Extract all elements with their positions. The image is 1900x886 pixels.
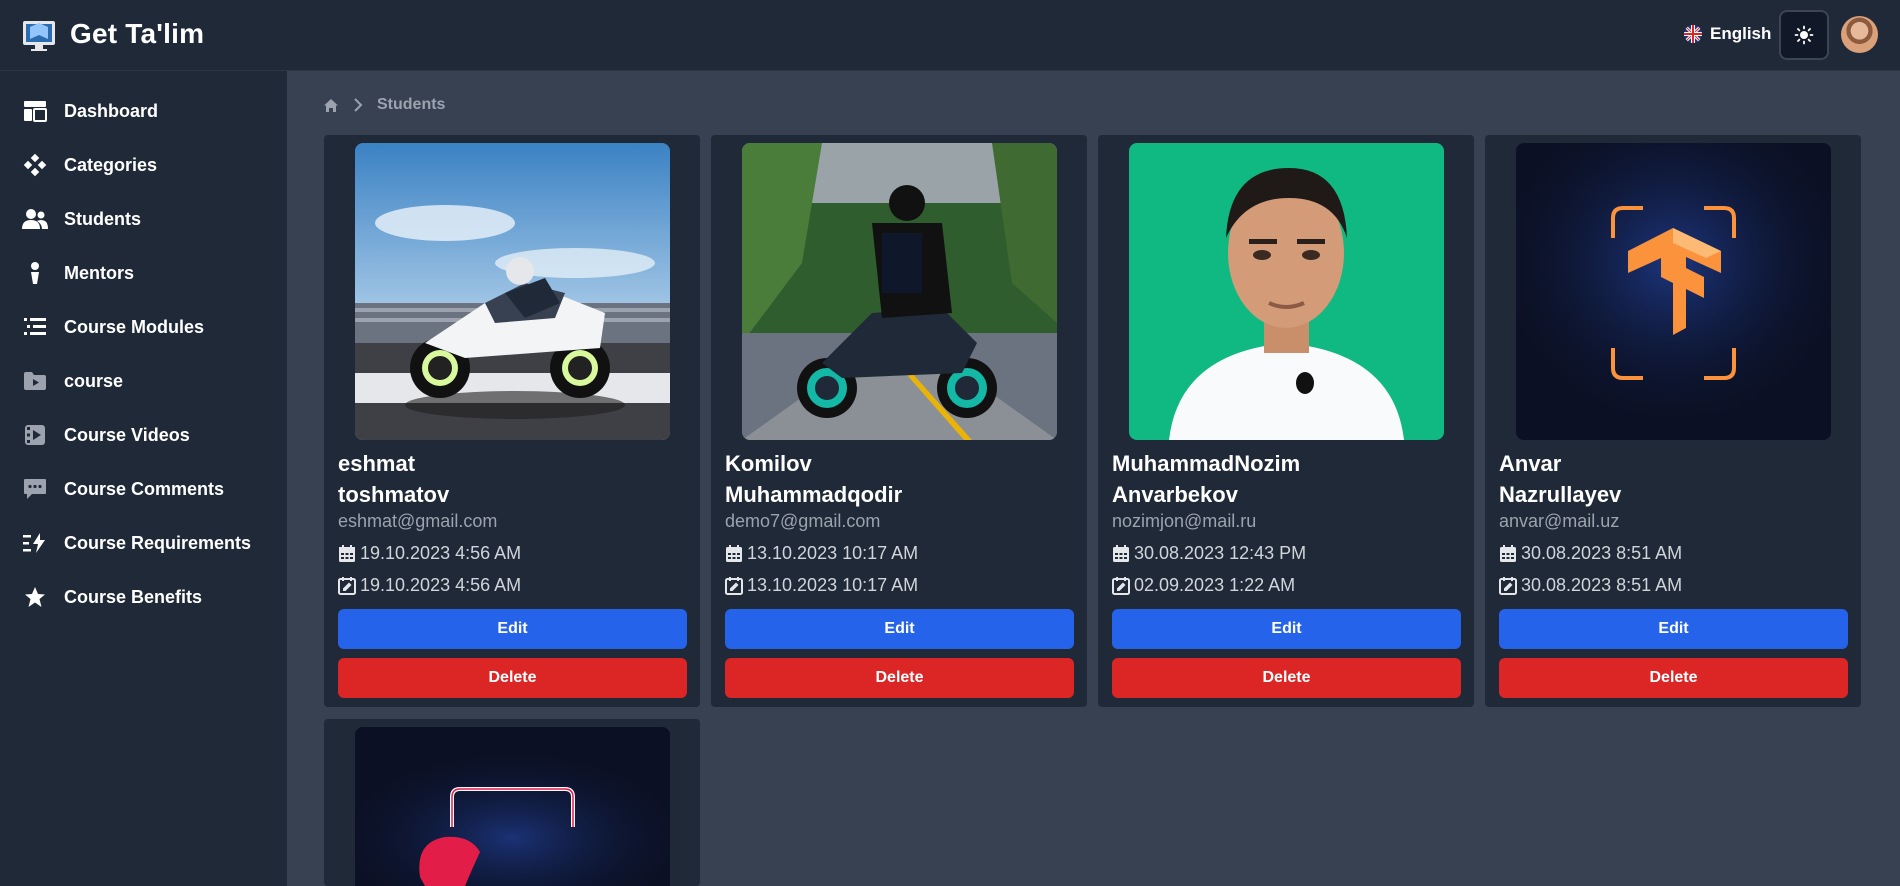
sun-icon <box>1794 25 1814 45</box>
student-email: eshmat@gmail.com <box>338 511 498 531</box>
updated-date: 02.09.2023 1:22 AM <box>1112 575 1295 596</box>
star-icon <box>22 584 48 610</box>
sidebar-item-course-requirements[interactable]: Course Requirements <box>22 526 272 560</box>
student-photo <box>1129 143 1444 440</box>
sidebar-item-label: Categories <box>64 154 158 175</box>
sidebar-item-label: Students <box>64 208 142 229</box>
brand[interactable]: Get Ta'lim <box>20 15 204 53</box>
calendar-icon <box>1113 544 1129 562</box>
sidebar-item-course-benefits[interactable]: Course Benefits <box>22 580 272 614</box>
student-photo <box>355 727 670 886</box>
calendar-edit-icon <box>725 576 743 595</box>
sidebar-item-label: course <box>64 370 124 391</box>
mentors-icon <box>22 260 48 286</box>
student-photo <box>1516 143 1831 440</box>
student-photo <box>355 143 670 440</box>
edit-button[interactable]: Edit <box>338 609 687 649</box>
created-date: 13.10.2023 10:17 AM <box>725 543 918 564</box>
calendar-edit-icon <box>1112 576 1130 595</box>
edit-button[interactable]: Edit <box>725 609 1074 649</box>
edit-button[interactable]: Edit <box>1499 609 1848 649</box>
app-name: Get Ta'lim <box>70 18 205 49</box>
list-icon <box>22 314 48 340</box>
created-date: 30.08.2023 12:43 PM <box>1112 543 1306 564</box>
sidebar-item-label: Course Benefits <box>64 586 203 607</box>
uk-flag-icon <box>1684 25 1702 43</box>
comment-icon <box>22 476 48 502</box>
language-label: English <box>1710 24 1772 43</box>
updated-date: 30.08.2023 8:51 AM <box>1499 575 1682 596</box>
calendar-icon <box>339 544 355 562</box>
student-name: eshmat toshmatov <box>338 451 450 507</box>
sidebar-item-label: Course Comments <box>64 478 225 499</box>
theme-toggle-button[interactable] <box>1779 10 1829 60</box>
sidebar-item-label: Mentors <box>64 262 135 283</box>
sidebar-item-course[interactable]: course <box>22 364 272 398</box>
calendar-icon <box>1500 544 1516 562</box>
student-email: nozimjon@mail.ru <box>1112 511 1257 531</box>
dashboard-icon <box>22 98 48 124</box>
language-selector[interactable]: English <box>1684 24 1771 44</box>
sidebar-item-label: Dashboard <box>64 100 159 121</box>
delete-button[interactable]: Delete <box>725 658 1074 698</box>
calendar-edit-icon <box>1499 576 1517 595</box>
sidebar: Dashboard Categories Students Mentors Co… <box>0 71 287 886</box>
sidebar-item-students[interactable]: Students <box>22 202 272 236</box>
sidebar-item-dashboard[interactable]: Dashboard <box>22 94 272 128</box>
folder-play-icon <box>22 368 48 394</box>
student-name: MuhammadNozim Anvarbekov <box>1112 451 1301 507</box>
categories-icon <box>22 152 48 178</box>
updated-date: 13.10.2023 10:17 AM <box>725 575 918 596</box>
updated-date: 19.10.2023 4:56 AM <box>338 575 521 596</box>
chevron-right-icon <box>354 98 363 112</box>
created-date: 19.10.2023 4:56 AM <box>338 543 521 564</box>
sidebar-item-mentors[interactable]: Mentors <box>22 256 272 290</box>
student-email: demo7@gmail.com <box>725 511 881 531</box>
sidebar-item-course-videos[interactable]: Course Videos <box>22 418 272 452</box>
student-card: MuhammadNozim Anvarbekov nozimjon@mail.r… <box>1098 135 1474 707</box>
student-card: Komilov Muhammadqodir demo7@gmail.com 13… <box>711 135 1087 707</box>
breadcrumb: Students <box>323 96 445 114</box>
students-icon <box>22 206 48 232</box>
top-header: Get Ta'lim English <box>0 0 1900 71</box>
calendar-edit-icon <box>338 576 356 595</box>
logo-icon <box>23 21 55 51</box>
student-card: eshmat toshmatov eshmat@gmail.com 19.10.… <box>324 135 700 707</box>
bolt-list-icon <box>22 530 48 556</box>
sidebar-item-label: Course Videos <box>64 424 190 445</box>
calendar-icon <box>726 544 742 562</box>
student-name: Anvar Nazrullayev <box>1499 451 1622 507</box>
sidebar-item-course-modules[interactable]: Course Modules <box>22 310 272 344</box>
sidebar-item-course-comments[interactable]: Course Comments <box>22 472 272 506</box>
student-photo <box>742 143 1057 440</box>
created-date: 30.08.2023 8:51 AM <box>1499 543 1682 564</box>
edit-button[interactable]: Edit <box>1112 609 1461 649</box>
sidebar-item-label: Course Modules <box>64 316 205 337</box>
video-icon <box>22 422 48 448</box>
sidebar-item-categories[interactable]: Categories <box>22 148 272 182</box>
student-email: anvar@mail.uz <box>1499 511 1620 531</box>
home-icon[interactable] <box>323 98 339 113</box>
sidebar-item-label: Course Requirements <box>64 532 252 553</box>
user-avatar[interactable] <box>1841 16 1878 53</box>
student-card <box>324 719 700 886</box>
delete-button[interactable]: Delete <box>1499 658 1848 698</box>
breadcrumb-current: Students <box>377 96 446 113</box>
delete-button[interactable]: Delete <box>338 658 687 698</box>
delete-button[interactable]: Delete <box>1112 658 1461 698</box>
student-card: Anvar Nazrullayev anvar@mail.uz 30.08.20… <box>1485 135 1861 707</box>
student-name: Komilov Muhammadqodir <box>725 451 903 507</box>
